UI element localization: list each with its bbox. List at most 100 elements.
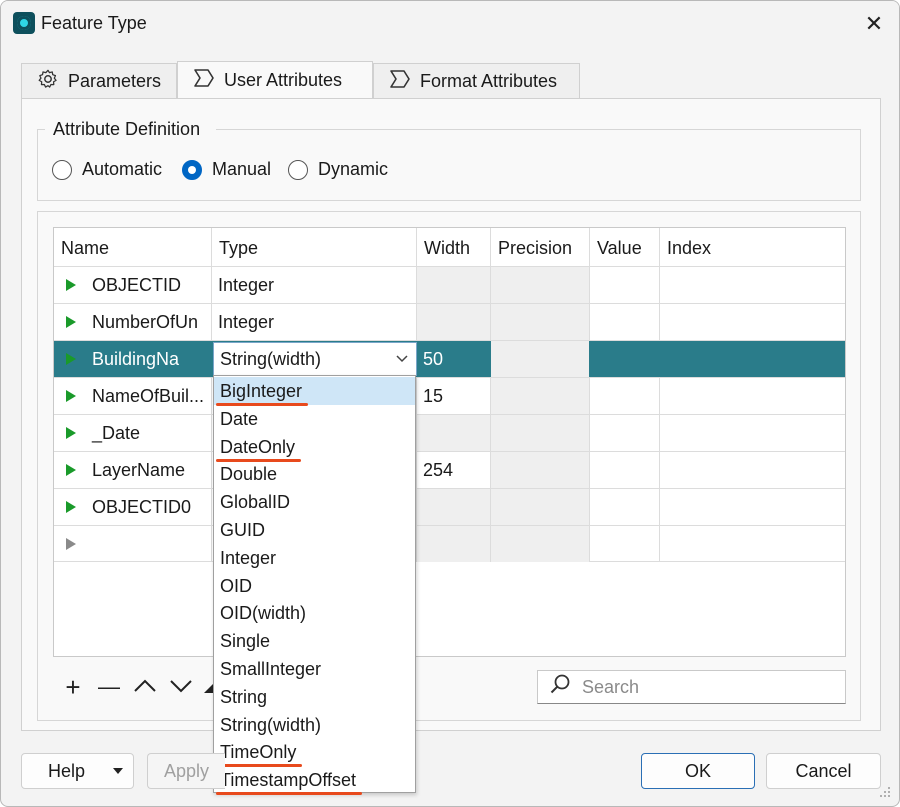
- table-row[interactable]: _Date: [54, 414, 845, 451]
- remove-row-button[interactable]: —: [95, 673, 123, 701]
- name-cell[interactable]: LayerName: [54, 452, 212, 488]
- dropdown-option[interactable]: String(width): [214, 711, 415, 739]
- type-cell[interactable]: Integer: [212, 304, 417, 340]
- value-cell[interactable]: [590, 526, 660, 562]
- name-text: _Date: [92, 423, 141, 443]
- tab-user-attributes[interactable]: User Attributes: [177, 61, 373, 99]
- table-row[interactable]: OBJECTID0: [54, 488, 845, 525]
- radio-button-icon: [288, 159, 308, 180]
- table-row-new[interactable]: [54, 525, 845, 562]
- dropdown-option[interactable]: GlobalID: [214, 488, 415, 516]
- value-cell[interactable]: [590, 378, 660, 414]
- cancel-button[interactable]: Cancel: [766, 753, 881, 789]
- value-cell[interactable]: [590, 304, 660, 340]
- radio-dynamic-label: Dynamic: [318, 159, 389, 179]
- help-button[interactable]: Help: [21, 753, 134, 789]
- search-input[interactable]: Search: [537, 670, 846, 704]
- name-cell[interactable]: NameOfBuil...: [54, 378, 212, 414]
- dropdown-option[interactable]: Single: [214, 627, 415, 655]
- radio-manual[interactable]: Manual: [182, 159, 271, 180]
- dropdown-option[interactable]: TimestampOffset: [214, 766, 415, 794]
- column-header-value[interactable]: Value: [590, 228, 660, 266]
- index-cell[interactable]: [660, 267, 845, 303]
- table-row[interactable]: LayerName 254: [54, 451, 845, 488]
- add-row-button[interactable]: +: [59, 673, 87, 701]
- type-dropdown-list[interactable]: BigInteger Date DateOnly Double GlobalID GUID…: [213, 375, 416, 796]
- dropdown-option[interactable]: BigInteger: [214, 377, 415, 405]
- value-cell[interactable]: [590, 452, 660, 488]
- row-expand-icon: [66, 316, 76, 328]
- name-cell[interactable]: NumberOfUn: [54, 304, 212, 340]
- dropdown-option[interactable]: OID: [214, 572, 415, 600]
- attribute-icon: [388, 69, 412, 94]
- dropdown-option[interactable]: TimeOnly: [214, 738, 415, 766]
- index-cell[interactable]: [660, 304, 845, 340]
- index-cell[interactable]: [660, 452, 845, 488]
- attribute-definition-title: Attribute Definition: [51, 119, 203, 140]
- name-cell[interactable]: OBJECTID0: [54, 489, 212, 525]
- type-combobox[interactable]: String(width): [213, 342, 417, 376]
- index-cell[interactable]: [660, 415, 845, 451]
- column-header-name[interactable]: Name: [54, 228, 212, 266]
- column-header-precision[interactable]: Precision: [491, 228, 590, 266]
- precision-cell: [491, 489, 590, 525]
- tab-format-attributes[interactable]: Format Attributes: [373, 63, 580, 99]
- dropdown-option[interactable]: String: [214, 683, 415, 711]
- precision-cell: [491, 452, 590, 488]
- ok-button[interactable]: OK: [641, 753, 755, 789]
- type-cell[interactable]: Integer: [212, 267, 417, 303]
- dropdown-option[interactable]: Integer: [214, 544, 415, 572]
- width-cell: [417, 267, 491, 303]
- dropdown-option[interactable]: Double: [214, 460, 415, 488]
- tab-parameters[interactable]: Parameters: [21, 63, 177, 99]
- width-cell[interactable]: 15: [417, 378, 491, 414]
- apply-button[interactable]: Apply: [147, 753, 225, 789]
- help-label: Help: [48, 761, 86, 781]
- radio-dynamic[interactable]: Dynamic: [288, 159, 388, 180]
- precision-cell: [491, 341, 590, 377]
- value-cell[interactable]: [590, 267, 660, 303]
- index-cell[interactable]: [660, 341, 845, 377]
- dropdown-option[interactable]: GUID: [214, 516, 415, 544]
- dropdown-option[interactable]: DateOnly: [214, 433, 415, 461]
- table-row[interactable]: NumberOfUn Integer: [54, 303, 845, 340]
- index-cell[interactable]: [660, 378, 845, 414]
- value-cell[interactable]: [590, 341, 660, 377]
- close-icon[interactable]: ✕: [859, 9, 889, 39]
- dropdown-option[interactable]: Date: [214, 405, 415, 433]
- group-border: [37, 129, 38, 137]
- resize-grip-icon[interactable]: [877, 784, 893, 800]
- width-cell[interactable]: 50: [417, 341, 491, 377]
- width-cell: [417, 304, 491, 340]
- precision-cell: [491, 378, 590, 414]
- chevron-down-icon: [170, 680, 192, 693]
- radio-button-icon: [52, 159, 72, 180]
- table-row[interactable]: OBJECTID Integer: [54, 266, 845, 303]
- column-header-type[interactable]: Type: [212, 228, 417, 266]
- value-cell[interactable]: [590, 489, 660, 525]
- dropdown-option[interactable]: OID(width): [214, 599, 415, 627]
- radio-manual-label: Manual: [212, 159, 272, 179]
- move-down-button[interactable]: [167, 673, 195, 701]
- name-cell[interactable]: _Date: [54, 415, 212, 451]
- value-cell[interactable]: [590, 415, 660, 451]
- radio-button-selected-icon: [182, 159, 202, 180]
- caret-down-icon[interactable]: [113, 754, 123, 799]
- index-cell[interactable]: [660, 489, 845, 525]
- row-expand-icon: [66, 427, 76, 439]
- radio-automatic[interactable]: Automatic: [52, 159, 162, 180]
- row-expand-icon: [66, 464, 76, 476]
- move-up-button[interactable]: [131, 673, 159, 701]
- width-cell[interactable]: 254: [417, 452, 491, 488]
- attributes-table[interactable]: Name Type Width Precision Value Index OB…: [53, 227, 846, 657]
- index-cell[interactable]: [660, 526, 845, 562]
- dropdown-option[interactable]: SmallInteger: [214, 655, 415, 683]
- column-header-index[interactable]: Index: [660, 228, 845, 266]
- table-row-selected[interactable]: BuildingNa String(width) 50: [54, 340, 845, 377]
- name-cell[interactable]: BuildingNa: [54, 341, 212, 377]
- tab-format-attributes-label: Format Attributes: [420, 70, 558, 91]
- column-header-width[interactable]: Width: [417, 228, 491, 266]
- table-row[interactable]: NameOfBuil... 15: [54, 377, 845, 414]
- name-cell[interactable]: [54, 526, 212, 562]
- name-cell[interactable]: OBJECTID: [54, 267, 212, 303]
